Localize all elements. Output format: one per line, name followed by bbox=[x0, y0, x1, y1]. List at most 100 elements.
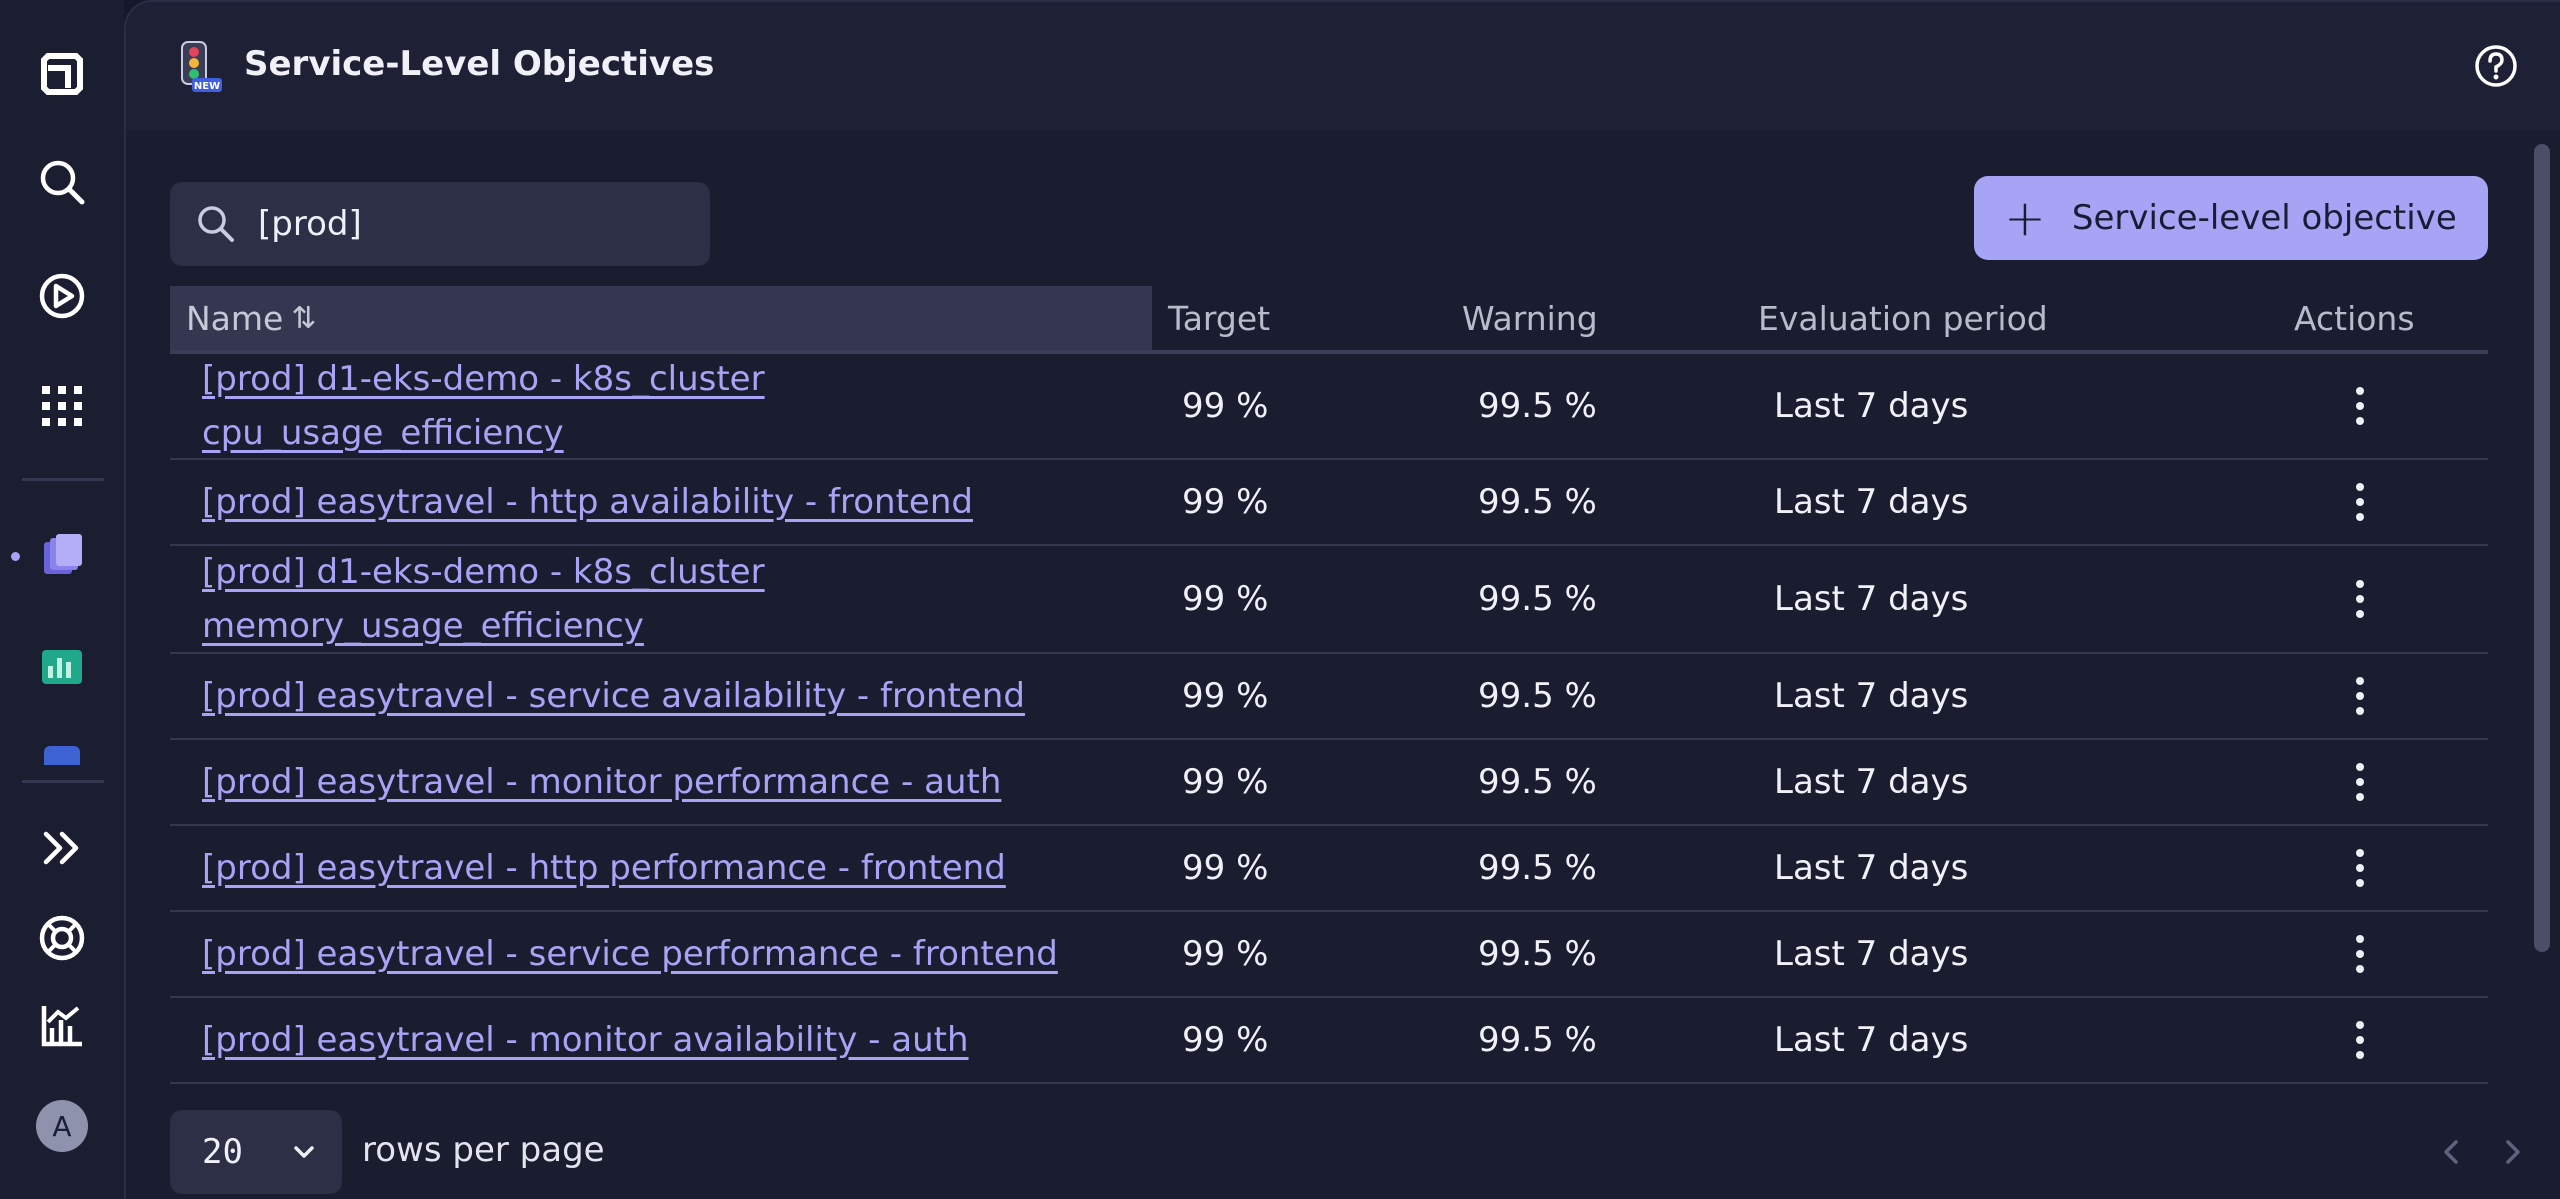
row-actions-menu-icon[interactable] bbox=[2336, 912, 2384, 996]
slo-warning: 99.5 % bbox=[1478, 579, 1597, 619]
expand-chevrons-icon[interactable] bbox=[26, 812, 98, 884]
rail-divider bbox=[22, 478, 104, 481]
slo-name-link[interactable]: [prod] d1-eks-demo - k8s_cluster cpu_usa… bbox=[202, 354, 1132, 458]
table-row: [prod] d1-eks-demo - k8s_cluster cpu_usa… bbox=[170, 354, 2488, 460]
app-header: NEW Service-Level Objectives bbox=[126, 2, 2560, 130]
column-header-actions: Actions bbox=[2294, 298, 2415, 338]
column-header-warning: Warning bbox=[1462, 298, 1598, 338]
scrollbar-thumb[interactable] bbox=[2534, 144, 2550, 952]
row-actions-menu-icon[interactable] bbox=[2336, 546, 2384, 652]
row-actions-menu-icon[interactable] bbox=[2336, 460, 2384, 544]
kebab-dot bbox=[2356, 580, 2364, 588]
kebab-dot bbox=[2356, 387, 2364, 395]
row-actions-menu-icon[interactable] bbox=[2336, 998, 2384, 1082]
kebab-icon bbox=[2356, 387, 2364, 425]
kebab-icon bbox=[2356, 677, 2364, 715]
slo-name-link[interactable]: [prod] d1-eks-demo - k8s_cluster memory_… bbox=[202, 546, 1132, 652]
kebab-dot bbox=[2356, 692, 2364, 700]
bar-chart-icon[interactable] bbox=[26, 990, 98, 1062]
user-avatar[interactable]: A bbox=[36, 1100, 88, 1152]
slo-evaluation-period: Last 7 days bbox=[1774, 676, 1969, 716]
dashboard-chart-icon[interactable] bbox=[26, 630, 98, 702]
help-icon[interactable] bbox=[2472, 42, 2520, 90]
kebab-dot bbox=[2356, 1036, 2364, 1044]
row-actions-menu-icon[interactable] bbox=[2336, 354, 2384, 458]
table-row: [prod] easytravel - service performance … bbox=[170, 912, 2488, 998]
apps-grid-icon[interactable] bbox=[26, 370, 98, 442]
kebab-dot bbox=[2356, 864, 2364, 872]
slo-warning: 99.5 % bbox=[1478, 676, 1597, 716]
slo-target: 99 % bbox=[1182, 934, 1269, 974]
play-circle-icon[interactable] bbox=[26, 260, 98, 332]
kebab-dot bbox=[2356, 417, 2364, 425]
table-row: [prod] easytravel - monitor availability… bbox=[170, 998, 2488, 1084]
table-header: Name ⇅ Target Warning Evaluation period … bbox=[170, 286, 2488, 354]
rows-per-page-value: 20 bbox=[202, 1132, 243, 1172]
slo-list-content: + Service-level objective Name ⇅ Target … bbox=[126, 130, 2560, 1199]
rows-per-page-label: rows per page bbox=[362, 1130, 605, 1170]
kebab-icon bbox=[2356, 1021, 2364, 1059]
search-input[interactable] bbox=[258, 196, 688, 252]
row-actions-menu-icon[interactable] bbox=[2336, 654, 2384, 738]
column-header-target: Target bbox=[1168, 298, 1271, 338]
chevron-down-icon bbox=[294, 1146, 314, 1158]
slo-warning: 99.5 % bbox=[1478, 934, 1597, 974]
dynatrace-logo-icon[interactable] bbox=[26, 38, 98, 110]
table-row: [prod] easytravel - monitor performance … bbox=[170, 740, 2488, 826]
kebab-dot bbox=[2356, 498, 2364, 506]
kebab-dot bbox=[2356, 879, 2364, 887]
kebab-dot bbox=[2356, 1051, 2364, 1059]
slo-target: 99 % bbox=[1182, 762, 1269, 802]
slo-warning: 99.5 % bbox=[1478, 762, 1597, 802]
slo-name-link[interactable]: [prod] easytravel - http performance - f… bbox=[202, 826, 1132, 910]
kebab-dot bbox=[2356, 1021, 2364, 1029]
slo-evaluation-period: Last 7 days bbox=[1774, 1020, 1969, 1060]
previous-page-icon[interactable] bbox=[2432, 1132, 2472, 1172]
rows-per-page-select[interactable]: 20 bbox=[170, 1110, 342, 1194]
kebab-dot bbox=[2356, 778, 2364, 786]
slo-target: 99 % bbox=[1182, 1020, 1269, 1060]
table-row: [prod] easytravel - service availability… bbox=[170, 654, 2488, 740]
plus-icon: + bbox=[2004, 189, 2046, 247]
slo-warning: 99.5 % bbox=[1478, 1020, 1597, 1060]
kebab-dot bbox=[2356, 402, 2364, 410]
slo-name-link[interactable]: [prod] easytravel - monitor availability… bbox=[202, 998, 1132, 1082]
add-slo-button-label: Service-level objective bbox=[2071, 198, 2457, 238]
table-body: [prod] d1-eks-demo - k8s_cluster cpu_usa… bbox=[170, 354, 2488, 1084]
partial-app-icon[interactable] bbox=[26, 735, 98, 765]
main-panel: NEW Service-Level Objectives + Service-l… bbox=[124, 0, 2560, 1199]
slo-evaluation-period: Last 7 days bbox=[1774, 386, 1969, 426]
search-box bbox=[170, 182, 710, 266]
active-indicator-dot bbox=[11, 552, 20, 561]
left-nav-rail: A bbox=[0, 0, 124, 1199]
table-row: [prod] easytravel - http performance - f… bbox=[170, 826, 2488, 912]
slo-name-link[interactable]: [prod] easytravel - monitor performance … bbox=[202, 740, 1132, 824]
rail-divider-bottom bbox=[22, 780, 104, 783]
column-header-evaluation-period: Evaluation period bbox=[1758, 298, 2048, 338]
kebab-icon bbox=[2356, 849, 2364, 887]
traffic-light-app-icon: NEW bbox=[181, 41, 222, 92]
search-icon[interactable] bbox=[26, 146, 98, 218]
slo-name-link[interactable]: [prod] easytravel - http availability - … bbox=[202, 460, 1132, 544]
sort-arrows-icon[interactable]: ⇅ bbox=[291, 301, 316, 336]
slo-evaluation-period: Last 7 days bbox=[1774, 934, 1969, 974]
add-slo-button[interactable]: + Service-level objective bbox=[1974, 176, 2488, 260]
slo-warning: 99.5 % bbox=[1478, 848, 1597, 888]
kebab-dot bbox=[2356, 965, 2364, 973]
kebab-icon bbox=[2356, 580, 2364, 618]
kebab-dot bbox=[2356, 763, 2364, 771]
column-header-name[interactable]: Name ⇅ bbox=[170, 286, 1152, 350]
cube-stack-icon[interactable] bbox=[26, 520, 98, 592]
slo-evaluation-period: Last 7 days bbox=[1774, 482, 1969, 522]
help-lifebuoy-icon[interactable] bbox=[26, 902, 98, 974]
slo-target: 99 % bbox=[1182, 676, 1269, 716]
next-page-icon[interactable] bbox=[2492, 1132, 2532, 1172]
kebab-dot bbox=[2356, 595, 2364, 603]
row-actions-menu-icon[interactable] bbox=[2336, 740, 2384, 824]
row-actions-menu-icon[interactable] bbox=[2336, 826, 2384, 910]
kebab-dot bbox=[2356, 513, 2364, 521]
slo-name-link[interactable]: [prod] easytravel - service availability… bbox=[202, 654, 1132, 738]
slo-evaluation-period: Last 7 days bbox=[1774, 579, 1969, 619]
kebab-dot bbox=[2356, 849, 2364, 857]
slo-name-link[interactable]: [prod] easytravel - service performance … bbox=[202, 912, 1132, 996]
